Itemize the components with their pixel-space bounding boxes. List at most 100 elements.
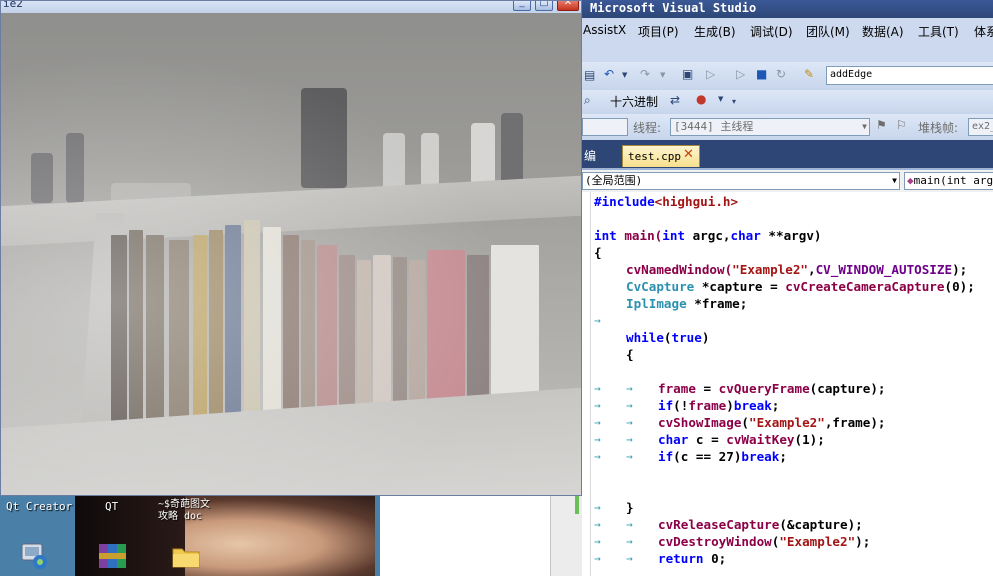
search-icon[interactable]: ⌕ (584, 93, 591, 108)
tab-marker-icon: → (626, 450, 633, 463)
code-token: ) (726, 398, 734, 413)
code-token: (&capture); (779, 517, 863, 532)
code-line: cvShowImage("Example2",frame); (658, 415, 886, 430)
close-button[interactable]: ✕ (557, 1, 579, 11)
show-threads-icon[interactable]: ⇄ (670, 93, 680, 107)
restart-icon[interactable]: ↻ (776, 67, 786, 81)
chevron-down-icon[interactable]: ▼ (718, 95, 723, 103)
document-tabs: 编 test.cpp ✕ (582, 140, 993, 168)
tab-marker-icon: → (594, 535, 601, 548)
thread-combo[interactable]: [3444] 主线程 ▼ (670, 118, 870, 136)
code-token: (0); (944, 279, 975, 294)
code-line: int main(int argc,char **argv) (594, 228, 822, 243)
blank-window-area (380, 496, 550, 576)
tab-marker-icon: → (594, 518, 601, 531)
tab-marker-icon: → (594, 314, 601, 327)
chevron-down-icon[interactable]: ▼ (660, 71, 665, 79)
hex-toggle[interactable]: 十六进制 (610, 93, 658, 110)
code-editor[interactable]: #include<highgui.h> int main(int argc,cha… (582, 192, 993, 576)
minimize-icon: _ (519, 0, 525, 8)
camera-titlebar[interactable]: ie2 _ □ ✕ (1, 0, 581, 13)
chevron-down-icon[interactable]: ▼ (622, 71, 627, 79)
code-token: ,frame); (824, 415, 886, 430)
code-token: } (626, 500, 634, 515)
continue-icon[interactable]: ▷ (736, 67, 745, 81)
visual-studio-window[interactable]: Microsoft Visual Studio AssistX 项目(P) 生成… (582, 0, 993, 576)
code-line: frame = cvQueryFrame(capture); (658, 381, 886, 396)
member-combo[interactable]: ◆main(int arg (904, 172, 993, 190)
code-token: true (671, 330, 702, 345)
find-in-files-icon[interactable]: ✎ (804, 67, 814, 81)
code-token: cvNamedWindow( (626, 262, 733, 277)
code-token: if (658, 398, 674, 413)
menu-debug[interactable]: 调试(D) (750, 23, 793, 40)
thread-combo-value: [3444] 主线程 (674, 120, 754, 133)
code-token: break (733, 398, 772, 413)
maximize-button[interactable]: □ (535, 0, 553, 11)
stack-frame-value: ex2_ (972, 121, 993, 132)
code-token: = (695, 381, 719, 396)
code-token: *frame; (686, 296, 748, 311)
code-token: **argv) (760, 228, 822, 243)
start-icon[interactable]: ▷ (706, 67, 715, 81)
camera-window[interactable]: ie2 _ □ ✕ (0, 0, 582, 496)
flag-icon[interactable]: ⚑ (876, 118, 887, 132)
camera-frame (1, 13, 581, 495)
stack-frame-combo[interactable]: ex2_ (968, 118, 993, 136)
stop-icon[interactable]: ■ (756, 67, 767, 81)
code-token: { (594, 245, 602, 260)
vs-menubar: AssistX 项目(P) 生成(B) 调试(D) 团队(M) 数据(A) 工具… (582, 18, 993, 44)
code-token: *capture = (694, 279, 786, 294)
code-token: cvDestroyWindow (658, 534, 772, 549)
folder-icon (172, 548, 200, 568)
member-value: main(int arg (913, 174, 993, 187)
menu-assistx[interactable]: AssistX (583, 23, 626, 37)
menu-build[interactable]: 生成(B) (694, 23, 736, 40)
code-token: if (658, 449, 674, 464)
change-marker (575, 496, 579, 514)
code-token: "Example2" (749, 415, 825, 430)
breakpoint-icon[interactable]: ● (696, 92, 706, 106)
code-token: frame (658, 381, 696, 396)
redo-icon[interactable]: ↷ (640, 67, 650, 81)
toolbar-options-icon[interactable]: ▾ (732, 97, 736, 106)
code-token: main( (616, 228, 663, 243)
code-line: while(true) (626, 330, 709, 345)
code-line: CvCapture *capture = cvCreateCameraCaptu… (626, 279, 975, 294)
code-token: ( (663, 330, 672, 345)
code-token: char (730, 228, 761, 243)
code-token: char (658, 432, 689, 447)
code-line: { (594, 245, 602, 260)
flag-all-icon[interactable]: ⚐ (896, 118, 907, 132)
navigate-icon[interactable]: ▣ (682, 67, 693, 81)
maximize-icon: □ (539, 0, 549, 8)
tab-marker-icon: → (594, 552, 601, 565)
code-token: CV_WINDOW_AUTOSIZE (815, 262, 953, 277)
chevron-down-icon: ▼ (892, 176, 897, 185)
menu-team[interactable]: 团队(M) (806, 23, 850, 40)
debug-toolbar: ⌕ 十六进制 ⇄ ● ▼ ▾ (582, 90, 993, 114)
code-token: cvCreateCameraCapture (785, 279, 945, 294)
paste-icon[interactable]: ▤ (584, 68, 595, 82)
undo-icon[interactable]: ↶ (604, 67, 614, 81)
tab-marker-icon: → (626, 552, 633, 565)
process-combo[interactable] (582, 118, 628, 136)
editor-gutter (582, 192, 591, 576)
menu-architecture[interactable]: 体系 (974, 23, 993, 40)
desktop-icon-label: QT (105, 500, 119, 513)
tab-edit[interactable]: 编 (584, 147, 596, 164)
code-token: int (594, 228, 617, 243)
code-line: if(c == 27)break; (658, 449, 787, 464)
code-token: , (807, 262, 816, 277)
code-token: int (662, 228, 685, 243)
menu-project[interactable]: 项目(P) (638, 23, 679, 40)
vs-title: Microsoft Visual Studio (590, 1, 757, 15)
tab-test-cpp[interactable]: test.cpp ✕ (622, 145, 700, 167)
scope-combo[interactable]: (全局范围) ▼ (582, 172, 900, 190)
menu-data[interactable]: 数据(A) (862, 23, 904, 40)
vs-titlebar[interactable]: Microsoft Visual Studio (582, 0, 993, 18)
minimize-button[interactable]: _ (513, 0, 531, 11)
menu-tools[interactable]: 工具(T) (918, 23, 959, 40)
find-combo[interactable]: addEdge (826, 66, 993, 85)
close-tab-icon[interactable]: ✕ (683, 147, 694, 162)
